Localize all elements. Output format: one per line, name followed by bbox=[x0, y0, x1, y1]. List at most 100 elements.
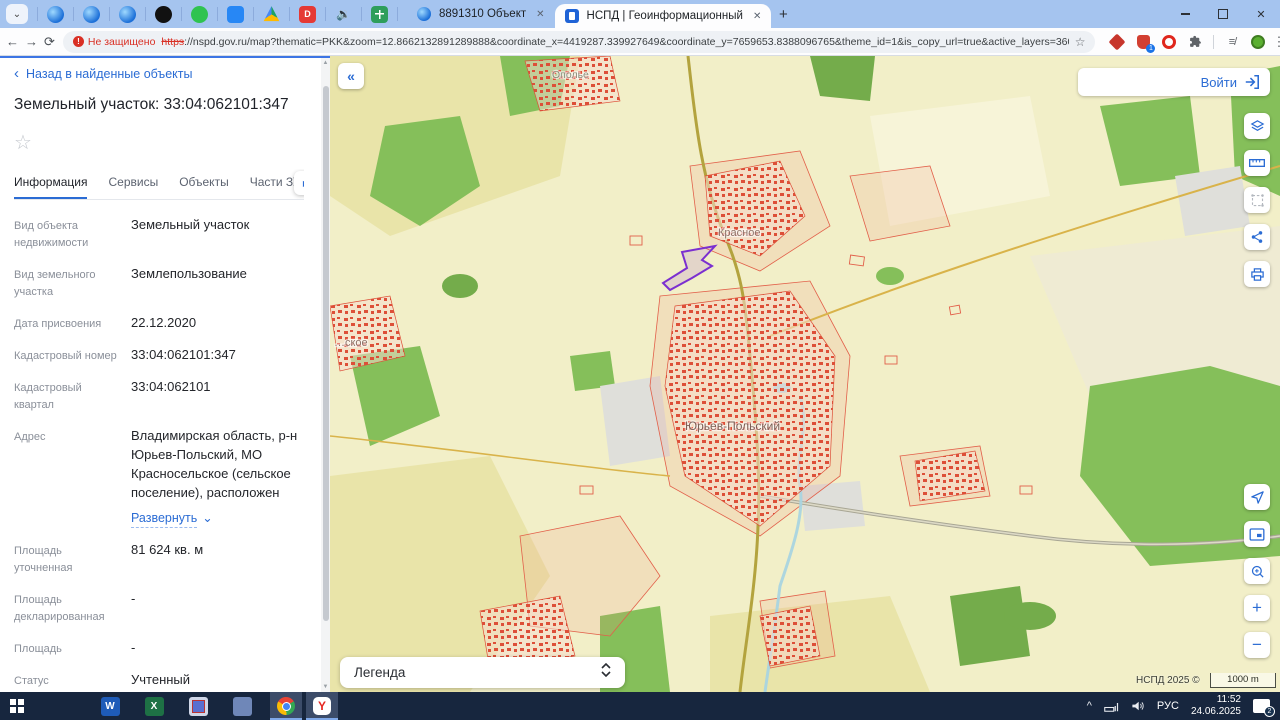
tab-close-icon[interactable]: ✕ bbox=[534, 7, 546, 22]
pinned-tab-browser-icon[interactable] bbox=[47, 6, 64, 23]
map-attribution: НСПД 2025 © bbox=[1136, 675, 1200, 686]
pinned-tab-browser-icon[interactable] bbox=[83, 6, 100, 23]
taskbar-word-button[interactable]: W bbox=[94, 692, 126, 720]
field-value: Владимирская область, р-н Юрьев-Польский… bbox=[131, 428, 297, 500]
volume-icon[interactable] bbox=[1131, 700, 1145, 712]
pinned-tab-vk-icon[interactable] bbox=[227, 6, 244, 23]
pinned-tab-dark-app-icon[interactable] bbox=[155, 6, 172, 23]
layers-icon bbox=[1250, 119, 1265, 134]
tray-expand-icon[interactable]: ^ bbox=[1087, 700, 1092, 712]
tab-objects[interactable]: Объекты bbox=[179, 169, 229, 199]
field-row: Кадастровый номер 33:04:062101:347 bbox=[14, 346, 304, 365]
print-button[interactable] bbox=[1244, 261, 1270, 287]
clock[interactable]: 11:52 24.06.2025 bbox=[1191, 694, 1241, 719]
browser-reload-button[interactable]: ⟳ bbox=[44, 30, 55, 54]
browser-tab-strip: ⌄ D 🔉 8891310 Объект bbox=[0, 0, 1280, 28]
panel-scrollbar[interactable]: ▲ ▼ bbox=[321, 58, 330, 692]
field-value: Земельный участок bbox=[131, 216, 304, 252]
map-canvas[interactable]: Ополье Красное Юрьев-Польский …ское « Во… bbox=[330, 56, 1280, 692]
parcel-title: Земельный участок: 33:04:062101:347 bbox=[14, 96, 304, 114]
field-value: - bbox=[131, 590, 304, 626]
extension-shield-icon[interactable]: 1 bbox=[1135, 34, 1151, 50]
browser-back-button[interactable]: ← bbox=[6, 30, 19, 54]
network-icon[interactable] bbox=[1104, 700, 1119, 712]
extension-adguard-icon[interactable] bbox=[1250, 34, 1266, 50]
window-minimize-button[interactable] bbox=[1166, 0, 1204, 28]
pinned-tab-whatsapp-icon[interactable] bbox=[191, 6, 208, 23]
pinned-tab-sheet-icon[interactable] bbox=[371, 6, 388, 23]
favorite-star-icon[interactable]: ☆ bbox=[14, 130, 38, 155]
select-area-button[interactable] bbox=[1244, 187, 1270, 213]
start-button[interactable] bbox=[0, 692, 34, 720]
field-label: Вид земельного участка bbox=[14, 265, 119, 301]
browser-toolbar: ← → ⟳ ! Не защищено https://nspd.gov.ru/… bbox=[0, 28, 1280, 56]
pinned-tab-google-drive-icon[interactable] bbox=[263, 6, 280, 23]
bookmark-star-icon[interactable]: ☆ bbox=[1075, 35, 1086, 49]
language-indicator[interactable]: РУС bbox=[1157, 700, 1179, 712]
tab-information[interactable]: Информация bbox=[14, 169, 87, 199]
locate-button[interactable] bbox=[1244, 484, 1270, 510]
extension-red-icon[interactable] bbox=[1109, 34, 1125, 50]
extensions-puzzle-icon[interactable] bbox=[1187, 34, 1203, 50]
time-label: 11:52 bbox=[1191, 694, 1241, 707]
yandex-browser-icon: Y bbox=[313, 697, 331, 715]
word-icon: W bbox=[101, 697, 120, 716]
browser-menu-icon[interactable]: ⋮ bbox=[1272, 34, 1280, 50]
new-tab-button[interactable]: + bbox=[771, 2, 795, 26]
taskbar-excel-button[interactable]: X bbox=[138, 692, 170, 720]
layers-button[interactable] bbox=[1244, 113, 1270, 139]
tab-nspd-active[interactable]: НСПД | Геоинформационный ✕ bbox=[555, 4, 772, 28]
security-chip[interactable]: ! Не защищено bbox=[73, 36, 156, 48]
window-maximize-button[interactable] bbox=[1204, 0, 1242, 28]
lasso-select-icon bbox=[1250, 193, 1265, 208]
pinned-tab-browser-icon[interactable] bbox=[119, 6, 136, 23]
field-row: Статус Учтенный bbox=[14, 671, 304, 690]
collapse-panel-button[interactable]: « bbox=[338, 63, 364, 89]
tab-parcel-parts[interactable]: Части ЗУ bbox=[250, 169, 301, 199]
tabs-scroll-right-button[interactable]: ▶ bbox=[294, 171, 304, 195]
extension-opera-icon[interactable] bbox=[1161, 34, 1177, 50]
windows-taskbar: W X Y ^ РУС 11:52 24.06.2025 2 bbox=[0, 692, 1280, 720]
measure-button[interactable] bbox=[1244, 150, 1270, 176]
sidebar-toggle-icon[interactable]: ≡/ bbox=[1224, 34, 1240, 50]
pinned-tab-sound-icon[interactable]: 🔉 bbox=[335, 6, 352, 23]
ruler-icon bbox=[1249, 157, 1265, 169]
zoom-in-button[interactable]: + bbox=[1244, 595, 1270, 621]
notification-center-icon[interactable]: 2 bbox=[1253, 699, 1270, 713]
chrome-icon bbox=[277, 697, 295, 715]
share-button[interactable] bbox=[1244, 224, 1270, 250]
tab-search-chevron-icon[interactable]: ⌄ bbox=[6, 4, 28, 24]
tab-close-icon[interactable]: ✕ bbox=[751, 9, 763, 24]
zoom-out-button[interactable]: − bbox=[1244, 632, 1270, 658]
login-bar[interactable]: Войти bbox=[1078, 68, 1270, 96]
legend-bar[interactable]: Легенда bbox=[340, 657, 625, 688]
attribute-list: Вид объекта недвижимости Земельный участ… bbox=[14, 216, 304, 720]
field-value: Учтенный bbox=[131, 671, 304, 690]
pinned-tabs: D 🔉 bbox=[28, 0, 407, 28]
taskbar-chrome-button[interactable] bbox=[270, 692, 302, 720]
tab-favicon bbox=[565, 9, 579, 23]
scroll-up-icon[interactable]: ▲ bbox=[321, 58, 330, 68]
map-label-town: Юрьев-Польский bbox=[685, 419, 780, 433]
minimap-button[interactable] bbox=[1244, 521, 1270, 547]
browser-forward-button[interactable]: → bbox=[25, 30, 38, 54]
pinned-tab-red-d-icon[interactable]: D bbox=[299, 6, 316, 23]
field-row: Площадь декларированная - bbox=[14, 590, 304, 626]
back-to-results-link[interactable]: ‹ Назад в найденные объекты bbox=[14, 66, 304, 81]
scroll-down-icon[interactable]: ▼ bbox=[321, 682, 330, 692]
tab-object[interactable]: 8891310 Объект ✕ bbox=[407, 0, 555, 28]
legend-expand-icon[interactable] bbox=[601, 663, 611, 682]
tab-services[interactable]: Сервисы bbox=[108, 169, 158, 199]
search-area-button[interactable] bbox=[1244, 558, 1270, 584]
taskbar-yandex-button[interactable]: Y bbox=[306, 692, 338, 720]
field-row: Площадь - bbox=[14, 639, 304, 658]
expand-address-link[interactable]: Развернуть ⌄ bbox=[131, 509, 213, 528]
url-scheme: https bbox=[161, 36, 184, 48]
field-label: Статус bbox=[14, 671, 119, 690]
window-close-button[interactable]: ✕ bbox=[1242, 0, 1280, 28]
scale-bar: 1000 m bbox=[1210, 673, 1276, 688]
taskbar-app-button[interactable] bbox=[226, 692, 258, 720]
scrollbar-thumb[interactable] bbox=[323, 86, 329, 621]
taskbar-1c-button[interactable] bbox=[182, 692, 214, 720]
address-bar[interactable]: ! Не защищено https://nspd.gov.ru/map?th… bbox=[63, 31, 1096, 53]
